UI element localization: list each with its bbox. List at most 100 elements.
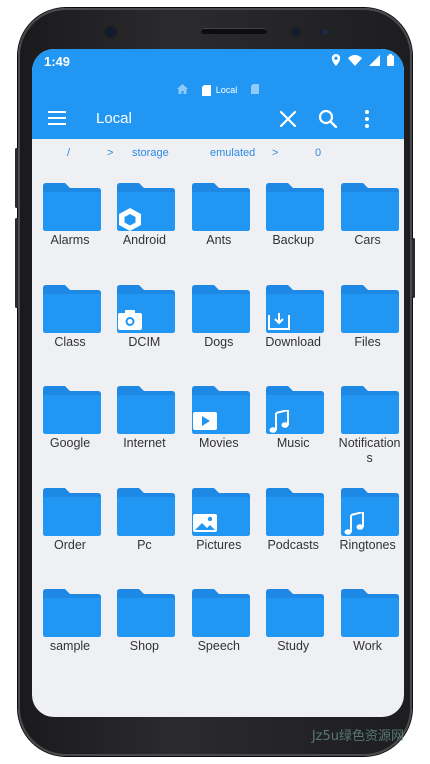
folder-icon bbox=[43, 487, 101, 536]
breadcrumb-separator: > bbox=[107, 147, 114, 159]
close-icon[interactable] bbox=[276, 107, 300, 131]
breadcrumb-current[interactable]: 0 bbox=[315, 147, 321, 159]
image-icon bbox=[192, 512, 218, 534]
folder-icon bbox=[266, 487, 325, 536]
folder-label: Backup bbox=[272, 233, 315, 247]
folder-item[interactable]: Download bbox=[258, 281, 328, 371]
folder-icon bbox=[340, 589, 399, 637]
music-note-icon bbox=[341, 510, 367, 535]
breadcrumb-separator: > bbox=[272, 147, 279, 159]
folder-icon bbox=[117, 589, 176, 637]
earpiece-speaker bbox=[201, 28, 267, 34]
download-icon bbox=[266, 309, 292, 331]
tab-home[interactable] bbox=[176, 84, 188, 96]
folder-item[interactable]: Backup bbox=[258, 179, 328, 269]
sensor-icon bbox=[322, 29, 328, 35]
folder-label: Podcasts bbox=[267, 537, 319, 552]
folder-label: Dogs bbox=[204, 334, 234, 349]
page-title: Local bbox=[96, 110, 132, 127]
folder-label: Ants bbox=[206, 233, 232, 247]
breadcrumb-emulated[interactable]: emulated bbox=[210, 147, 255, 159]
folder-icon bbox=[266, 589, 325, 637]
folder-item[interactable]: Shop bbox=[109, 585, 179, 675]
folder-icon bbox=[117, 183, 176, 231]
folder-item[interactable]: Class bbox=[35, 281, 105, 371]
side-button-right bbox=[412, 238, 415, 298]
folder-label: Internet bbox=[123, 436, 166, 450]
folder-item[interactable]: Dogs bbox=[184, 281, 254, 371]
folder-item[interactable]: Ringtones bbox=[333, 484, 403, 574]
tab-local[interactable]: Local bbox=[201, 84, 238, 96]
folder-item[interactable]: Android bbox=[109, 179, 179, 269]
folder-item[interactable]: Google bbox=[35, 382, 105, 472]
folder-item[interactable]: Internet bbox=[109, 382, 179, 472]
folder-item[interactable]: Alarms bbox=[35, 179, 105, 269]
tab-sd-card[interactable] bbox=[251, 84, 260, 96]
folder-item[interactable]: Music bbox=[258, 382, 328, 472]
folder-icon bbox=[43, 386, 101, 434]
folder-label: Movies bbox=[199, 436, 239, 450]
more-vert-icon[interactable] bbox=[355, 107, 379, 131]
battery-icon bbox=[387, 54, 394, 66]
side-button-left-bottom bbox=[15, 218, 18, 308]
tab-local-label: Local bbox=[215, 85, 238, 95]
folder-label: Shop bbox=[129, 639, 159, 653]
folder-label: Pc bbox=[137, 537, 152, 552]
folder-label: Notifications bbox=[338, 436, 401, 465]
folder-label: Alarms bbox=[50, 233, 90, 247]
folder-label: Study bbox=[277, 639, 310, 653]
folder-item[interactable]: Order bbox=[35, 484, 105, 574]
front-camera-icon bbox=[106, 27, 116, 37]
wifi-icon bbox=[348, 54, 362, 66]
folder-icon bbox=[340, 487, 399, 536]
side-button-left-top bbox=[15, 148, 18, 208]
folder-label: Pictures bbox=[196, 537, 242, 552]
status-time: 1:49 bbox=[44, 54, 71, 69]
home-icon bbox=[176, 84, 188, 94]
search-icon[interactable] bbox=[316, 107, 340, 131]
status-icons bbox=[331, 54, 394, 66]
folder-item[interactable]: Ants bbox=[184, 179, 254, 269]
folder-icon bbox=[43, 284, 101, 333]
folder-icon bbox=[191, 589, 250, 637]
folder-icon bbox=[340, 183, 399, 231]
folder-label: Android bbox=[122, 233, 166, 247]
folder-item[interactable]: Files bbox=[333, 281, 403, 371]
folder-icon bbox=[117, 386, 176, 434]
folder-label: Order bbox=[54, 537, 86, 552]
folder-icon bbox=[43, 589, 101, 637]
folder-item[interactable]: Speech bbox=[184, 585, 254, 675]
breadcrumb-storage[interactable]: storage bbox=[132, 147, 169, 159]
folder-item[interactable]: Pictures bbox=[184, 484, 254, 574]
folder-item[interactable]: Pc bbox=[109, 484, 179, 574]
android-hex-icon bbox=[117, 207, 143, 231]
phone-storage-icon bbox=[201, 84, 211, 96]
folder-item[interactable]: Notifications bbox=[333, 382, 403, 472]
folder-item[interactable]: Movies bbox=[184, 382, 254, 472]
folder-label: Download bbox=[265, 334, 321, 349]
folder-icon bbox=[340, 386, 399, 434]
folder-label: Class bbox=[54, 334, 86, 349]
watermark-logo: Jz5u绿色资源网 bbox=[311, 729, 404, 744]
folder-item[interactable]: Study bbox=[258, 585, 328, 675]
folder-label: Cars bbox=[354, 233, 381, 247]
folder-label: Speech bbox=[197, 639, 240, 653]
menu-icon[interactable] bbox=[48, 111, 66, 125]
folder-label: Work bbox=[353, 639, 383, 653]
sd-card-icon bbox=[251, 84, 260, 94]
folder-label: Music bbox=[276, 436, 310, 450]
breadcrumb-root[interactable]: / bbox=[67, 147, 70, 159]
folder-item[interactable]: Work bbox=[333, 585, 403, 675]
folder-icon bbox=[43, 183, 101, 231]
folder-item[interactable]: Cars bbox=[333, 179, 403, 269]
sensor-icon bbox=[292, 28, 300, 36]
folder-icon bbox=[266, 386, 325, 434]
screen: 1:49 Local Local / > storage emulated > … bbox=[32, 49, 404, 717]
folder-label: sample bbox=[49, 639, 91, 653]
camera-icon bbox=[117, 309, 143, 331]
folder-item[interactable]: Podcasts bbox=[258, 484, 328, 574]
folder-item[interactable]: DCIM bbox=[109, 281, 179, 371]
folder-item[interactable]: sample bbox=[35, 585, 105, 675]
storage-tabs: Local bbox=[32, 84, 404, 96]
folder-label: Files bbox=[354, 334, 381, 349]
